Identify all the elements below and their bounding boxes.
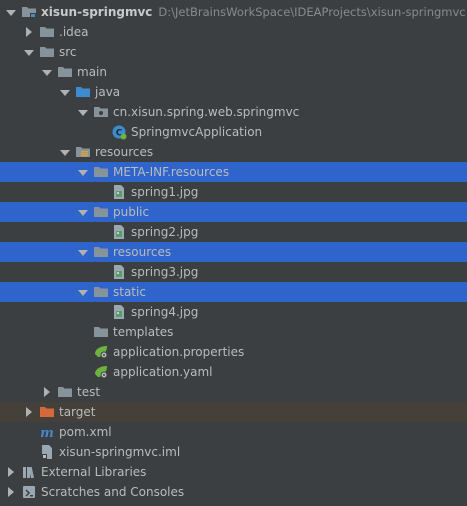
scratches-icon xyxy=(21,484,37,500)
folder-icon xyxy=(57,384,73,400)
tree-row-label: application.properties xyxy=(113,345,245,359)
tree-row-xisun-springmvc[interactable]: xisun-springmvc D:\JetBrainsWorkSpace\IDE… xyxy=(0,2,467,22)
tree-row-label: resources xyxy=(95,145,154,159)
folder-icon xyxy=(93,284,109,300)
expand-arrow-icon[interactable] xyxy=(59,147,70,157)
collapse-arrow-icon[interactable] xyxy=(23,407,33,417)
module-folder-icon xyxy=(21,4,37,20)
folder-icon xyxy=(93,244,109,260)
expand-arrow-icon[interactable] xyxy=(77,247,88,257)
tree-row-label: External Libraries xyxy=(41,465,147,479)
tree-row-label: templates xyxy=(113,325,174,339)
image-file-icon xyxy=(111,304,127,320)
tree-row-java[interactable]: java xyxy=(0,82,467,102)
tree-row-static[interactable]: static xyxy=(0,282,467,302)
tree-row-label: .idea xyxy=(59,25,89,39)
image-file-icon xyxy=(111,224,127,240)
tree-row-spring3-jpg[interactable]: spring3.jpg xyxy=(0,262,467,282)
spring-config-icon xyxy=(93,364,109,380)
expand-arrow-icon[interactable] xyxy=(59,87,70,97)
tree-row-label: public xyxy=(113,205,150,219)
folder-icon xyxy=(93,204,109,220)
collapse-arrow-icon[interactable] xyxy=(5,487,15,497)
tree-row-xisun-springmvc-iml[interactable]: xisun-springmvc.iml xyxy=(0,442,467,462)
tree-row-application-yaml[interactable]: application.yaml xyxy=(0,362,467,382)
tree-row-springmvcapplication[interactable]: C SpringmvcApplication xyxy=(0,122,467,142)
folder-icon xyxy=(93,164,109,180)
tree-row-idea[interactable]: .idea xyxy=(0,22,467,42)
source-folder-icon xyxy=(75,84,91,100)
tree-row-templates[interactable]: templates xyxy=(0,322,467,342)
folder-icon xyxy=(93,324,109,340)
expand-arrow-icon[interactable] xyxy=(77,107,88,117)
tree-row-label: spring4.jpg xyxy=(131,305,199,319)
expand-arrow-icon[interactable] xyxy=(77,207,88,217)
tree-row-label: spring2.jpg xyxy=(131,225,199,239)
tree-row-meta-inf-resources[interactable]: META-INF.resources xyxy=(0,162,467,182)
tree-row-label: static xyxy=(113,285,146,299)
tree-row-label: java xyxy=(95,85,121,99)
collapse-arrow-icon[interactable] xyxy=(41,387,51,397)
tree-row-label: pom.xml xyxy=(59,425,112,439)
expand-arrow-icon[interactable] xyxy=(77,167,88,177)
tree-row-src[interactable]: src xyxy=(0,42,467,62)
maven-icon: m xyxy=(39,424,55,441)
project-tree[interactable]: xisun-springmvc D:\JetBrainsWorkSpace\IDE… xyxy=(0,0,467,503)
project-path: D:\JetBrainsWorkSpace\IDEAProjects\xisun… xyxy=(158,5,466,19)
tree-row-spring2-jpg[interactable]: spring2.jpg xyxy=(0,222,467,242)
expand-arrow-icon[interactable] xyxy=(41,67,52,77)
tree-row-spring4-jpg[interactable]: spring4.jpg xyxy=(0,302,467,322)
excluded-folder-icon xyxy=(39,404,55,420)
tree-row-label: src xyxy=(59,45,77,59)
tree-row-resources[interactable]: resources xyxy=(0,142,467,162)
tree-row-label: xisun-springmvc.iml xyxy=(59,445,181,459)
libraries-icon xyxy=(21,464,37,480)
image-file-icon xyxy=(111,184,127,200)
expand-arrow-icon[interactable] xyxy=(5,7,16,17)
tree-row-resources[interactable]: resources xyxy=(0,242,467,262)
tree-row-label: xisun-springmvc xyxy=(41,5,153,19)
resources-folder-icon xyxy=(75,144,91,160)
tree-row-scratches-and-consoles[interactable]: Scratches and Consoles xyxy=(0,482,467,502)
folder-icon xyxy=(57,64,73,80)
tree-row-label: SpringmvcApplication xyxy=(131,125,263,139)
tree-row-main[interactable]: main xyxy=(0,62,467,82)
tree-row-label: application.yaml xyxy=(113,365,213,379)
tree-row-test[interactable]: test xyxy=(0,382,467,402)
tree-row-spring1-jpg[interactable]: spring1.jpg xyxy=(0,182,467,202)
tree-row-label: spring1.jpg xyxy=(131,185,199,199)
tree-row-label: resources xyxy=(113,245,172,259)
folder-icon xyxy=(39,24,55,40)
image-file-icon xyxy=(111,264,127,280)
tree-row-cn-xisun-spring-web-springmvc[interactable]: cn.xisun.spring.web.springmvc xyxy=(0,102,467,122)
svg-text:m: m xyxy=(40,426,54,440)
spring-config-icon xyxy=(93,344,109,360)
spring-boot-class-icon: C xyxy=(111,124,127,140)
tree-row-pom-xml[interactable]: m pom.xml xyxy=(0,422,467,442)
collapse-arrow-icon[interactable] xyxy=(23,27,33,37)
tree-row-label: target xyxy=(59,405,96,419)
expand-arrow-icon[interactable] xyxy=(77,287,88,297)
tree-row-label: test xyxy=(77,385,101,399)
tree-row-target[interactable]: target xyxy=(0,402,467,422)
collapse-arrow-icon[interactable] xyxy=(5,467,15,477)
tree-row-label: Scratches and Consoles xyxy=(41,485,185,499)
tree-row-application-properties[interactable]: application.properties xyxy=(0,342,467,362)
folder-icon xyxy=(39,44,55,60)
tree-row-label: META-INF.resources xyxy=(113,165,230,179)
expand-arrow-icon[interactable] xyxy=(23,47,34,57)
tree-row-public[interactable]: public xyxy=(0,202,467,222)
tree-row-external-libraries[interactable]: External Libraries xyxy=(0,462,467,482)
package-icon xyxy=(93,104,109,120)
tree-row-label: cn.xisun.spring.web.springmvc xyxy=(113,105,300,119)
tree-row-label: main xyxy=(77,65,107,79)
iml-file-icon xyxy=(39,444,55,460)
tree-row-label: spring3.jpg xyxy=(131,265,199,279)
